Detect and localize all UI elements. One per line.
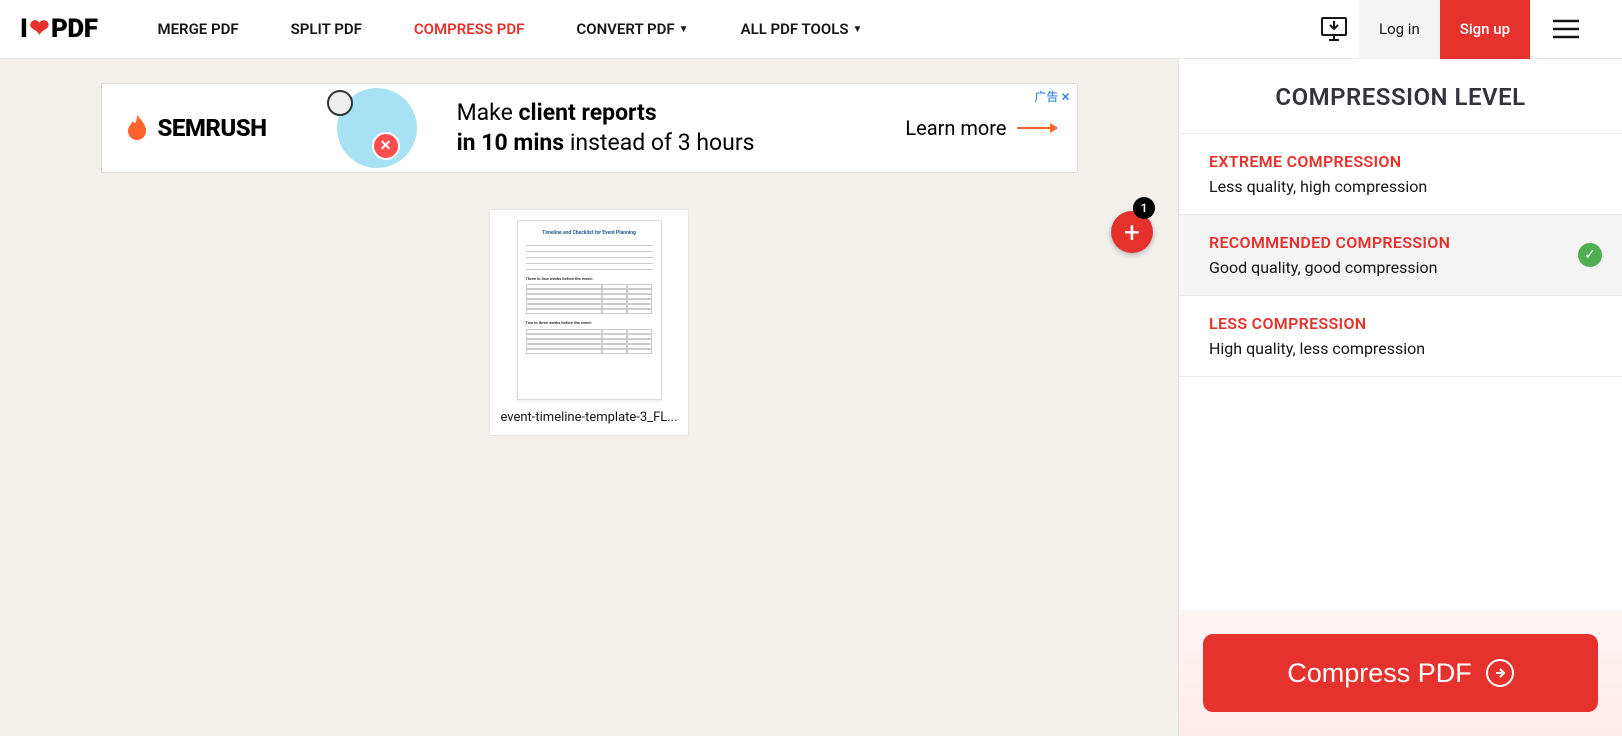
action-area: Compress PDF: [1179, 610, 1622, 736]
ad-close[interactable]: 广告 ✕: [1034, 88, 1070, 105]
close-icon: ✕: [1060, 90, 1070, 104]
main-nav: MERGE PDF SPLIT PDF COMPRESS PDF CONVERT…: [157, 20, 1309, 38]
ad-illustration: ✕: [327, 88, 427, 168]
arrow-right-icon: [1017, 127, 1057, 129]
option-extreme[interactable]: EXTREME COMPRESSION Less quality, high c…: [1179, 134, 1622, 215]
option-desc: High quality, less compression: [1209, 339, 1592, 358]
chevron-down-icon: ▼: [679, 24, 689, 35]
check-icon: ✓: [1578, 243, 1602, 267]
nav-all-tools-label: ALL PDF TOOLS: [741, 20, 849, 38]
option-desc: Less quality, high compression: [1209, 177, 1592, 196]
ad-line2-bold: in 10 mins: [457, 129, 570, 156]
nav-merge[interactable]: MERGE PDF: [157, 20, 238, 38]
file-thumbnail: Timeline and Checklist for Event Plannin…: [517, 220, 662, 400]
add-file-button[interactable]: + 1: [1111, 211, 1153, 253]
options-panel: COMPRESSION LEVEL EXTREME COMPRESSION Le…: [1178, 59, 1622, 736]
ad-text: Make client reports in 10 mins instead o…: [457, 98, 755, 158]
login-button[interactable]: Log in: [1359, 0, 1440, 59]
ad-brand-text: SEMRUSH: [158, 114, 267, 142]
menu-button[interactable]: [1530, 0, 1602, 59]
chevron-down-icon: ▼: [853, 24, 863, 35]
main-container: 广告 ✕ SEMRUSH ✕ Make client reports in 10…: [0, 59, 1622, 736]
option-title: EXTREME COMPRESSION: [1209, 152, 1592, 171]
compress-button-label: Compress PDF: [1287, 658, 1472, 689]
nav-compress[interactable]: COMPRESS PDF: [414, 20, 525, 38]
hamburger-icon: [1553, 19, 1579, 39]
nav-all-tools[interactable]: ALL PDF TOOLS ▼: [741, 20, 863, 38]
file-card[interactable]: Timeline and Checklist for Event Plannin…: [489, 209, 689, 436]
ad-cta-text: Learn more: [905, 116, 1006, 140]
arrow-circle-icon: [1486, 659, 1514, 687]
panel-title: COMPRESSION LEVEL: [1179, 59, 1622, 134]
file-count-badge: 1: [1133, 197, 1155, 219]
file-name: event-timeline-template-3_FL...: [500, 410, 678, 425]
option-title: LESS COMPRESSION: [1209, 314, 1592, 333]
fire-icon: [122, 113, 152, 143]
heart-icon: ❤: [29, 14, 49, 42]
ad-line1-pre: Make: [457, 99, 519, 126]
desktop-download-icon: [1320, 15, 1348, 43]
nav-convert-label: CONVERT PDF: [576, 20, 674, 38]
ad-line1-bold: client reports: [519, 99, 657, 126]
download-desktop-button[interactable]: [1309, 0, 1359, 59]
compress-button[interactable]: Compress PDF: [1203, 634, 1598, 712]
option-desc: Good quality, good compression: [1209, 258, 1592, 277]
nav-convert[interactable]: CONVERT PDF ▼: [576, 20, 688, 38]
ad-brand: SEMRUSH: [122, 113, 267, 143]
header: I ❤ PDF MERGE PDF SPLIT PDF COMPRESS PDF…: [0, 0, 1622, 59]
ad-banner[interactable]: 广告 ✕ SEMRUSH ✕ Make client reports in 10…: [101, 83, 1078, 173]
ad-label: 广告: [1034, 88, 1058, 105]
nav-split[interactable]: SPLIT PDF: [291, 20, 362, 38]
ad-line2-post: instead of 3 hours: [570, 129, 755, 156]
header-right: Log in Sign up: [1309, 0, 1602, 59]
option-less[interactable]: LESS COMPRESSION High quality, less comp…: [1179, 296, 1622, 377]
logo[interactable]: I ❤ PDF: [20, 14, 97, 44]
ad-cta[interactable]: Learn more: [905, 116, 1056, 140]
option-title: RECOMMENDED COMPRESSION: [1209, 233, 1592, 252]
signup-button[interactable]: Sign up: [1440, 0, 1530, 59]
option-recommended[interactable]: RECOMMENDED COMPRESSION Good quality, go…: [1179, 215, 1622, 296]
logo-text-i: I: [20, 14, 27, 44]
workspace: 广告 ✕ SEMRUSH ✕ Make client reports in 10…: [0, 59, 1178, 736]
logo-text-pdf: PDF: [51, 14, 97, 44]
plus-icon: +: [1124, 216, 1140, 249]
